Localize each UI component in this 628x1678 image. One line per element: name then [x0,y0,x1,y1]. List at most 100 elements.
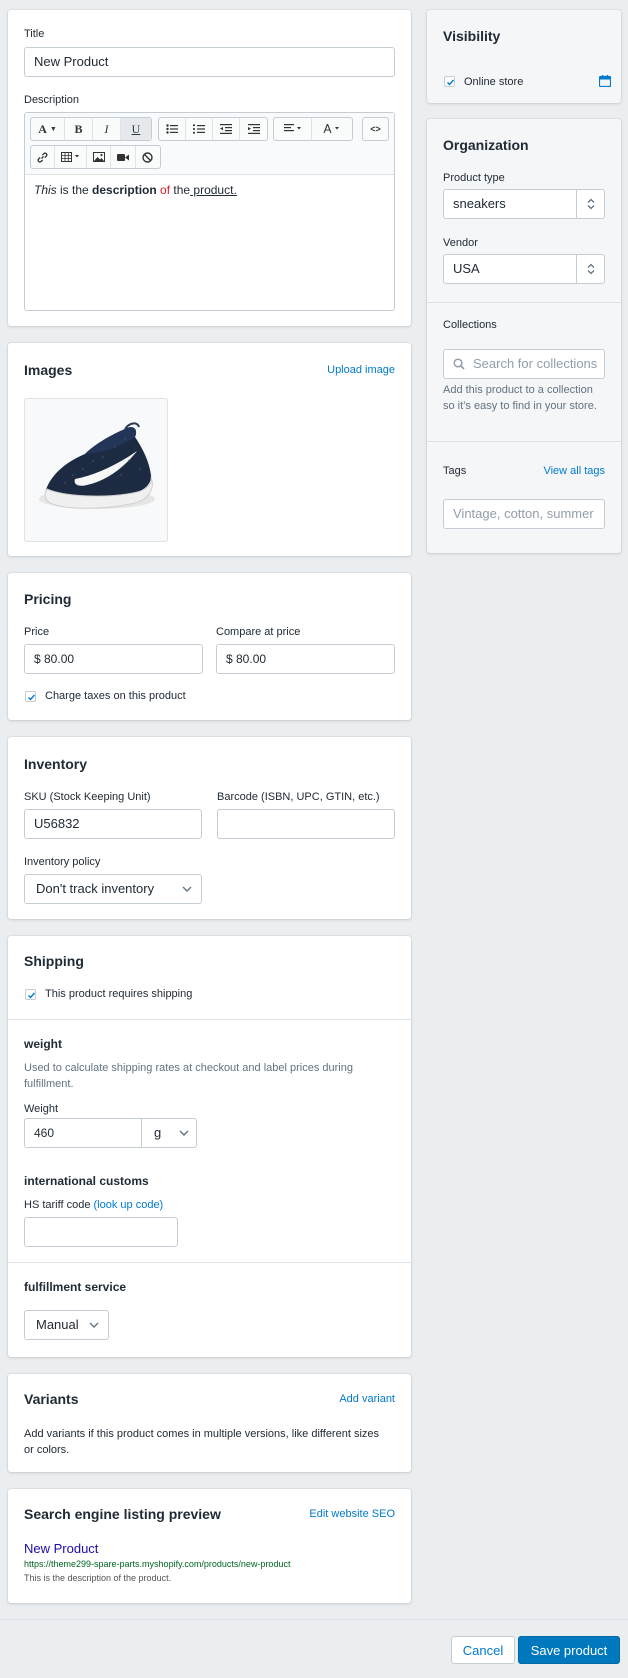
charge-taxes-label: Charge taxes on this product [45,690,186,702]
shipping-divider-1 [8,1019,411,1020]
collections-search-placeholder: Search for collections [473,356,598,371]
footer-bar [0,1619,628,1620]
align-group [273,117,353,141]
product-type-value: sneakers [453,196,506,211]
edit-seo-link[interactable]: Edit website SEO [309,1508,395,1520]
rich-text-editor: A ▼ B I U <> This is the description of … [24,112,395,311]
underline-button[interactable]: U [121,118,151,140]
title-label: Title [24,28,45,40]
variants-title: Variants [24,1391,79,1407]
hs-tariff-input[interactable] [24,1217,178,1247]
seo-preview-url: https://theme299-spare-parts.myshopify.c… [24,1559,291,1569]
add-variant-link[interactable]: Add variant [339,1393,395,1405]
seo-preview-title: New Product [24,1541,99,1556]
inventory-policy-label: Inventory policy [24,856,101,868]
chevron-down-icon [182,886,192,892]
barcode-label: Barcode (ISBN, UPC, GTIN, etc.) [217,791,380,803]
sneaker-image [39,422,155,509]
editor-word-the: the [170,183,191,197]
inventory-title: Inventory [24,756,88,772]
chevron-down-icon [179,1130,189,1136]
clear-formatting-icon[interactable] [136,146,160,168]
look-up-code-link[interactable]: (look up code) [94,1199,164,1211]
organization-card: Organization Product type sneakers Vendo… [427,119,621,553]
italic-button[interactable]: I [93,118,121,140]
editor-word-is-the: is the [56,183,93,197]
sku-input[interactable]: U56832 [24,809,202,839]
tags-title: Tags [443,465,467,477]
compare-price-input[interactable]: $ 80.00 [216,644,395,674]
weight-label: Weight [24,1103,59,1115]
numbered-list-icon[interactable] [186,118,213,140]
tags-placeholder: Vintage, cotton, summer [453,506,594,521]
weight-help-text: Used to calculate shipping rates at chec… [24,1062,353,1090]
organization-divider-2 [427,441,621,442]
product-type-label: Product type [443,172,505,184]
online-store-checkbox[interactable] [444,76,455,87]
table-icon[interactable] [55,146,88,168]
price-input[interactable]: $ 80.00 [24,644,203,674]
seo-preview-description: This is the description of the product. [24,1573,172,1583]
hs-tariff-label: HS tariff code (look up code) [24,1199,163,1211]
calendar-icon[interactable] [599,75,611,87]
align-left-icon[interactable] [274,118,312,140]
insert-group [30,145,161,169]
tags-input[interactable]: Vintage, cotton, summer [443,499,605,529]
editor-content[interactable]: This is the description of the product. [34,183,237,197]
vendor-stepper [576,255,604,283]
fulfillment-service-value: Manual [36,1317,79,1332]
text-color-icon[interactable] [312,118,352,140]
view-all-tags-link[interactable]: View all tags [543,465,605,477]
collections-title: Collections [443,319,497,331]
indent-icon[interactable] [240,118,267,140]
chevron-down-icon [89,1322,99,1328]
vendor-select[interactable]: USA [443,254,605,284]
requires-shipping-checkbox[interactable] [25,989,36,1000]
product-type-select[interactable]: sneakers [443,189,605,219]
collections-help-text: Add this product to a collection so it’s… [443,384,597,412]
font-style-button[interactable]: A ▼ [31,118,65,140]
cancel-button[interactable]: Cancel [451,1636,515,1664]
inventory-policy-select[interactable]: Don't track inventory [24,874,202,904]
inventory-policy-value: Don't track inventory [36,881,155,896]
image-icon[interactable] [87,146,112,168]
editor-word-description: description [92,183,157,197]
online-store-label: Online store [464,76,524,88]
visibility-card: Visibility Online store [427,10,621,103]
seo-preview-card: Search engine listing preview Edit websi… [8,1489,411,1603]
code-group: <> [362,117,389,141]
barcode-input[interactable] [217,809,395,839]
save-product-button[interactable]: Save product [518,1636,620,1664]
bullet-list-icon[interactable] [159,118,186,140]
organization-title: Organization [443,137,529,153]
fulfillment-heading: fulfillment service [24,1280,127,1294]
shipping-divider-2 [8,1262,411,1263]
bold-button[interactable]: B [65,118,93,140]
product-image-thumbnail[interactable] [24,398,168,542]
editor-word-this: This [34,183,57,197]
link-icon[interactable] [31,146,56,168]
inventory-card: Inventory SKU (Stock Keeping Unit) U5683… [8,737,411,919]
description-label: Description [24,94,80,106]
images-card: Images Upload image [8,343,411,556]
fulfillment-service-select[interactable]: Manual [24,1310,109,1340]
product-details-card: Title New Product Description A▼ B I U [8,10,411,326]
vendor-label: Vendor [443,237,478,249]
video-icon[interactable] [111,146,136,168]
weight-unit-select[interactable]: g [141,1119,197,1147]
weight-input[interactable]: 460 [34,1119,54,1147]
html-code-button[interactable]: <> [363,118,388,140]
shipping-title: Shipping [24,953,84,969]
shipping-card: Shipping This product requires shipping … [8,936,411,1357]
variants-help-text: Add variants if this product comes in mu… [24,1428,380,1456]
search-icon [453,358,465,370]
charge-taxes-checkbox[interactable] [25,691,36,702]
outdent-icon[interactable] [213,118,240,140]
collections-search-input[interactable]: Search for collections [443,349,605,379]
weight-field-group: 460 g [24,1118,197,1148]
upload-image-link[interactable]: Upload image [327,364,395,376]
pricing-title: Pricing [24,591,72,607]
product-type-stepper [576,190,604,218]
title-input[interactable]: New Product [24,47,395,77]
editor-word-product: product. [190,183,237,197]
